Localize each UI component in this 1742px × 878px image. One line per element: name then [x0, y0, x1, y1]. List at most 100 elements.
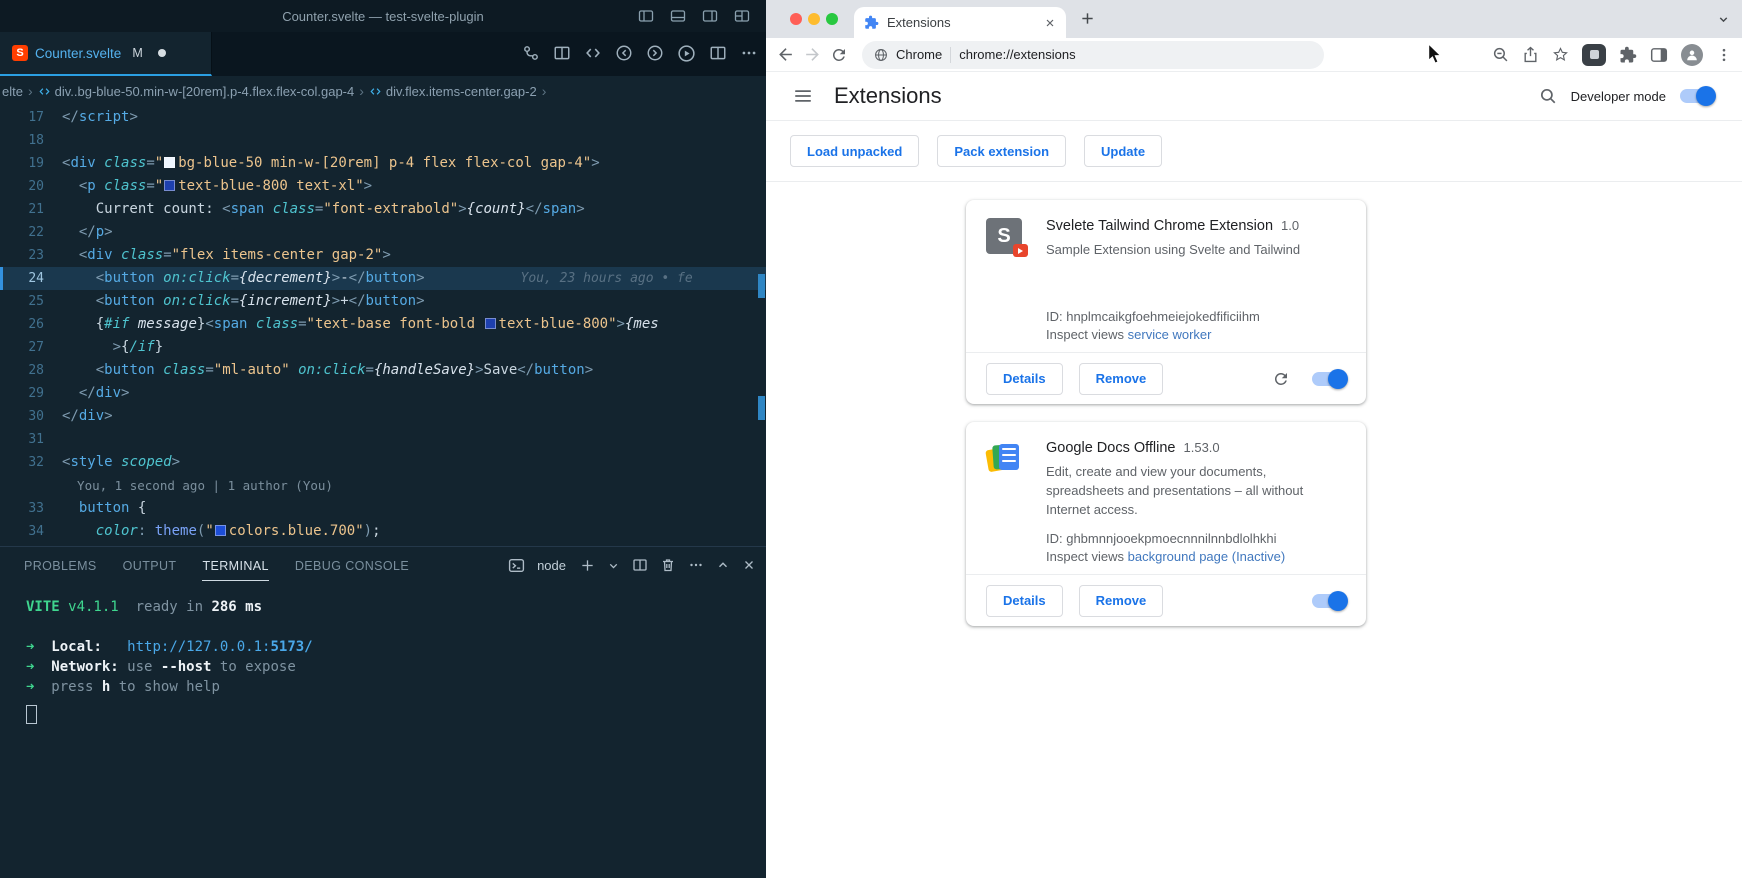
- side-panel-icon[interactable]: [1650, 46, 1668, 64]
- line-number: 22: [0, 221, 62, 244]
- extension-icon: S: [986, 218, 1022, 254]
- line-number: 33: [0, 497, 62, 520]
- back-icon[interactable]: [776, 45, 795, 64]
- extensions-page-header: Extensions Developer mode: [766, 72, 1742, 121]
- profile-avatar[interactable]: [1681, 44, 1703, 66]
- menu-hamburger-icon[interactable]: [794, 87, 812, 105]
- new-tab-button[interactable]: [1080, 11, 1095, 26]
- code-line[interactable]: 21 Current count: <span class="font-extr…: [0, 198, 766, 221]
- search-icon[interactable]: [1539, 87, 1557, 105]
- address-bar[interactable]: Chrome chrome://extensions: [862, 41, 1324, 69]
- git-graph-icon[interactable]: [522, 44, 540, 62]
- terminal[interactable]: VITE v4.1.1 ready in 286 ms➜ Local: http…: [0, 583, 766, 724]
- code-line[interactable]: 24 <button on:click={decrement}>-</butto…: [0, 267, 766, 290]
- extensions-puzzle-icon[interactable]: [1619, 46, 1637, 64]
- line-number: 29: [0, 382, 62, 405]
- line-number: 31: [0, 428, 62, 451]
- close-tab-icon[interactable]: [1044, 17, 1056, 29]
- breadcrumb-item[interactable]: elte: [2, 84, 23, 99]
- extension-enabled-toggle[interactable]: [1312, 594, 1346, 608]
- developer-actions-bar: Load unpacked Pack extension Update: [766, 121, 1742, 182]
- extension-name: Svelete Tailwind Chrome Extension: [1046, 218, 1273, 234]
- code-line[interactable]: 27 >{/if}: [0, 336, 766, 359]
- code-line[interactable]: 30</div>: [0, 405, 766, 428]
- update-button[interactable]: Update: [1084, 135, 1162, 167]
- extension-card: S Svelete Tailwind Chrome Extension 1.0 …: [966, 200, 1366, 404]
- code-line[interactable]: 17</script>: [0, 106, 766, 129]
- layout-customize-icon[interactable]: [734, 8, 750, 24]
- tab-search-chevron-icon[interactable]: [1717, 13, 1730, 26]
- kill-terminal-icon[interactable]: [660, 557, 676, 573]
- developer-mode-toggle[interactable]: [1680, 89, 1714, 103]
- bookmark-star-icon[interactable]: [1552, 46, 1569, 63]
- split-editor-icon[interactable]: [709, 44, 727, 62]
- code-editor[interactable]: 17</script>1819<div class="bg-blue-50 mi…: [0, 106, 766, 546]
- extension-id: ID: hnplmcaikgfoehmeiejokedfificiihm: [1046, 309, 1346, 324]
- details-button[interactable]: Details: [986, 363, 1063, 395]
- inspect-views-link[interactable]: background page (Inactive): [1128, 549, 1286, 564]
- load-unpacked-button[interactable]: Load unpacked: [790, 135, 919, 167]
- code-line[interactable]: 22 </p>: [0, 221, 766, 244]
- pinned-extension-icon[interactable]: [1582, 44, 1606, 66]
- layout-panel-icon[interactable]: [670, 8, 686, 24]
- navigate-back-circle-icon[interactable]: [615, 44, 633, 62]
- code-line[interactable]: 25 <button on:click={increment}>+</butto…: [0, 290, 766, 313]
- code-line[interactable]: 32<style scoped>: [0, 451, 766, 474]
- split-terminal-icon[interactable]: [632, 557, 648, 573]
- more-actions-icon[interactable]: [740, 44, 758, 62]
- line-number: [0, 474, 62, 497]
- browser-menu-kebab-icon[interactable]: [1716, 47, 1732, 63]
- maximize-panel-chevron-icon[interactable]: [716, 558, 730, 572]
- traffic-light-zoom[interactable]: [826, 13, 838, 25]
- zoom-icon[interactable]: [1492, 46, 1509, 63]
- mouse-cursor: [1426, 44, 1444, 64]
- pack-extension-button[interactable]: Pack extension: [937, 135, 1066, 167]
- code-line[interactable]: 18: [0, 129, 766, 152]
- code-line[interactable]: 20 <p class="text-blue-800 text-xl">: [0, 175, 766, 198]
- code-line[interactable]: 19<div class="bg-blue-50 min-w-[20rem] p…: [0, 152, 766, 175]
- layout-sidebar-right-icon[interactable]: [702, 8, 718, 24]
- code-brackets-icon[interactable]: [584, 44, 602, 62]
- code-line[interactable]: 23 <div class="flex items-center gap-2">: [0, 244, 766, 267]
- close-panel-icon[interactable]: [742, 558, 756, 572]
- inspect-views-link[interactable]: service worker: [1128, 327, 1212, 342]
- remove-button[interactable]: Remove: [1079, 363, 1164, 395]
- open-preview-icon[interactable]: [553, 44, 571, 62]
- reload-icon[interactable]: [830, 46, 848, 64]
- remove-button[interactable]: Remove: [1079, 585, 1164, 617]
- code-line[interactable]: 31: [0, 428, 766, 451]
- code-line[interactable]: 26 {#if message}<span class="text-base f…: [0, 313, 766, 336]
- browser-tab-extensions[interactable]: Extensions: [854, 7, 1066, 38]
- terminal-cursor: [26, 705, 37, 724]
- code-line[interactable]: 34 color: theme("colors.blue.700");: [0, 520, 766, 543]
- browser-tab-title: Extensions: [887, 15, 1036, 30]
- navigate-forward-circle-icon[interactable]: [646, 44, 664, 62]
- codelens-row[interactable]: You, 1 second ago | 1 author (You): [0, 474, 766, 497]
- breadcrumb-item[interactable]: div..bg-blue-50.min-w-[20rem].p-4.flex.f…: [38, 84, 355, 99]
- forward-icon[interactable]: [803, 45, 822, 64]
- share-icon[interactable]: [1522, 46, 1539, 63]
- new-terminal-icon[interactable]: [580, 558, 595, 573]
- details-button[interactable]: Details: [986, 585, 1063, 617]
- traffic-light-close[interactable]: [790, 13, 802, 25]
- code-line[interactable]: 33 button {: [0, 497, 766, 520]
- breadcrumb-item[interactable]: div.flex.items-center.gap-2: [369, 84, 537, 99]
- editor-tab-counter-svelte[interactable]: Counter.svelte M: [0, 32, 212, 76]
- git-blame-annotation: You, 23 hours ago • fe: [521, 271, 693, 286]
- terminal-dropdown-chevron-icon[interactable]: [607, 559, 620, 572]
- panel-more-actions-icon[interactable]: [688, 557, 704, 573]
- reload-extension-icon[interactable]: [1272, 370, 1290, 388]
- code-line[interactable]: 28 <button class="ml-auto" on:click={han…: [0, 359, 766, 382]
- extension-enabled-toggle[interactable]: [1312, 372, 1346, 386]
- terminal-line: ➜ press h to show help: [26, 677, 766, 697]
- run-icon[interactable]: [677, 44, 696, 63]
- layout-sidebar-left-icon[interactable]: [638, 8, 654, 24]
- panel-tab-terminal[interactable]: TERMINAL: [202, 550, 268, 581]
- site-info-globe-icon[interactable]: [874, 48, 888, 62]
- unsaved-dot-icon: [158, 49, 166, 57]
- panel-tab-problems[interactable]: PROBLEMS: [24, 550, 97, 581]
- panel-tab-debug-console[interactable]: DEBUG CONSOLE: [295, 550, 409, 581]
- traffic-light-minimize[interactable]: [808, 13, 820, 25]
- code-line[interactable]: 29 </div>: [0, 382, 766, 405]
- panel-tab-output[interactable]: OUTPUT: [123, 550, 177, 581]
